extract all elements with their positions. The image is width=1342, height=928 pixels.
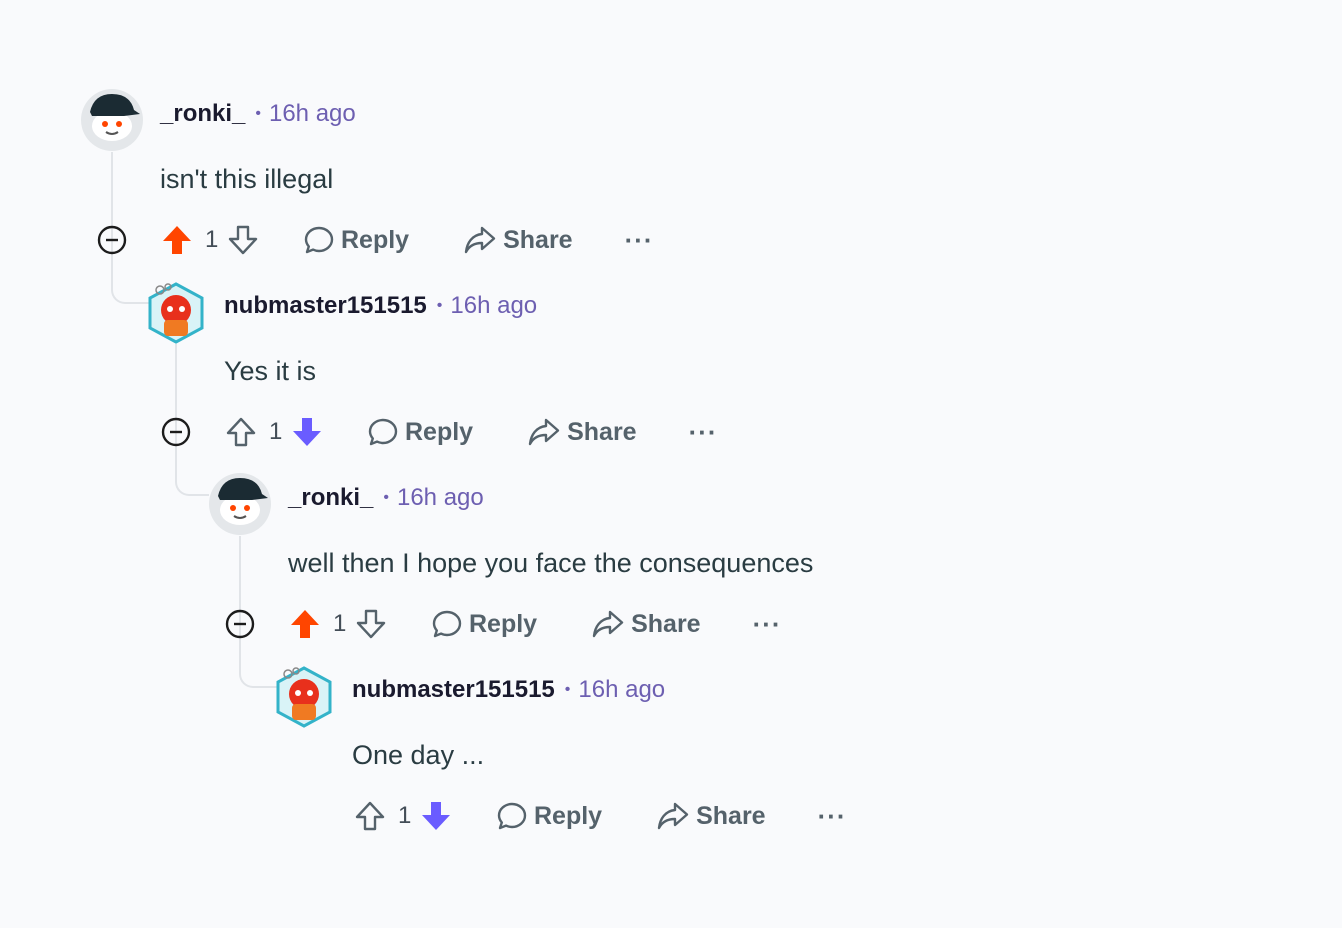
share-button[interactable]: Share xyxy=(656,800,766,832)
downvote-outline-icon xyxy=(356,609,386,639)
snoo-avatar-cap-icon xyxy=(209,473,271,535)
vote-group: 1 xyxy=(223,414,325,450)
upvote-button[interactable] xyxy=(159,222,195,258)
share-arrow-icon xyxy=(464,226,496,254)
share-label: Share xyxy=(631,609,701,638)
reply-label: Reply xyxy=(405,417,474,446)
comment-time[interactable]: 16h ago xyxy=(397,484,484,512)
avatar[interactable] xyxy=(272,664,336,728)
upvote-button[interactable] xyxy=(352,798,388,834)
meta-separator: • xyxy=(436,297,443,314)
snoo-avatar-cap-icon xyxy=(81,89,143,151)
collapse-icon xyxy=(161,417,191,447)
snoo-avatar-robot-icon xyxy=(276,666,332,728)
collapse-button[interactable] xyxy=(224,608,256,640)
comment-time[interactable]: 16h ago xyxy=(269,100,356,128)
reply-bubble-icon xyxy=(497,802,527,830)
collapse-icon xyxy=(97,225,127,255)
comment-meta: _ronki_ • 16h ago xyxy=(160,100,356,128)
share-arrow-icon xyxy=(592,610,624,638)
reply-bubble-icon xyxy=(432,610,462,638)
share-button[interactable]: Share xyxy=(527,416,637,448)
comment-body: isn't this illegal xyxy=(160,164,334,194)
comment-meta: nubmaster151515 • 16h ago xyxy=(224,292,537,320)
avatar[interactable] xyxy=(208,472,272,536)
downvote-filled-icon xyxy=(422,802,450,830)
upvote-button[interactable] xyxy=(223,414,259,450)
vote-score: 1 xyxy=(205,226,219,253)
vote-group: 1 xyxy=(159,222,261,258)
author-name[interactable]: nubmaster151515 xyxy=(224,292,427,320)
comment-body: One day ... xyxy=(352,740,485,770)
vote-score: 1 xyxy=(269,418,283,445)
upvote-filled-icon xyxy=(291,610,319,638)
comment-body: Yes it is xyxy=(224,356,317,386)
more-options-button[interactable]: ··· xyxy=(753,611,782,637)
meta-separator: • xyxy=(383,489,389,506)
share-button[interactable]: Share xyxy=(591,608,701,640)
comment-meta: _ronki_ • 16h ago xyxy=(288,484,484,512)
more-options-button[interactable]: ··· xyxy=(818,803,847,829)
downvote-button[interactable] xyxy=(353,606,389,642)
more-icon: ··· xyxy=(817,801,847,831)
comment-time[interactable]: 16h ago xyxy=(450,292,537,320)
reply-button[interactable]: Reply xyxy=(303,224,409,256)
collapse-button[interactable] xyxy=(160,416,192,448)
meta-separator: • xyxy=(564,681,571,698)
downvote-button[interactable] xyxy=(418,798,454,834)
author-name[interactable]: nubmaster151515 xyxy=(352,676,555,704)
upvote-filled-icon xyxy=(163,226,191,254)
reply-bubble-icon xyxy=(368,418,398,446)
author-name[interactable]: _ronki_ xyxy=(160,100,245,128)
comment-meta: nubmaster151515 • 16h ago xyxy=(352,676,665,704)
reply-label: Reply xyxy=(341,225,410,254)
comment-time[interactable]: 16h ago xyxy=(578,676,665,704)
share-button[interactable]: Share xyxy=(463,224,573,256)
share-label: Share xyxy=(503,225,573,254)
more-options-button[interactable]: ··· xyxy=(689,419,718,445)
reply-button[interactable]: Reply xyxy=(431,608,537,640)
downvote-outline-icon xyxy=(228,225,258,255)
downvote-filled-icon xyxy=(293,418,321,446)
more-icon: ··· xyxy=(624,225,654,255)
vote-score: 1 xyxy=(333,610,347,637)
reply-button[interactable]: Reply xyxy=(496,800,602,832)
more-icon: ··· xyxy=(688,417,718,447)
reply-button[interactable]: Reply xyxy=(367,416,473,448)
comment-thread: _ronki_ • 16h ago isn't this illegal 1 R… xyxy=(0,0,1342,928)
snoo-avatar-robot-icon xyxy=(148,282,204,344)
more-options-button[interactable]: ··· xyxy=(625,227,654,253)
upvote-outline-icon xyxy=(226,417,256,447)
comment-actions: 1 Reply Share ··· xyxy=(224,604,782,644)
avatar[interactable] xyxy=(144,280,208,344)
reply-label: Reply xyxy=(469,609,538,638)
upvote-outline-icon xyxy=(355,801,385,831)
collapse-icon xyxy=(225,609,255,639)
share-label: Share xyxy=(696,801,766,830)
collapse-button[interactable] xyxy=(96,224,128,256)
reply-bubble-icon xyxy=(304,226,334,254)
comment-actions: 1 Reply Share ··· xyxy=(96,220,654,260)
avatar[interactable] xyxy=(80,88,144,152)
vote-group: 1 xyxy=(287,606,389,642)
upvote-button[interactable] xyxy=(287,606,323,642)
comment-actions: 1 Reply Share ··· xyxy=(160,412,718,452)
downvote-button[interactable] xyxy=(225,222,261,258)
vote-score: 1 xyxy=(398,802,412,829)
author-name[interactable]: _ronki_ xyxy=(288,484,373,512)
comment-body: well then I hope you face the consequenc… xyxy=(288,548,814,578)
reply-label: Reply xyxy=(534,801,603,830)
share-arrow-icon xyxy=(528,418,560,446)
meta-separator: • xyxy=(255,105,261,122)
comment-actions: 1 Reply Share ··· xyxy=(352,796,847,836)
share-arrow-icon xyxy=(657,802,689,830)
more-icon: ··· xyxy=(752,609,782,639)
share-label: Share xyxy=(567,417,637,446)
downvote-button[interactable] xyxy=(289,414,325,450)
vote-group: 1 xyxy=(352,798,454,834)
